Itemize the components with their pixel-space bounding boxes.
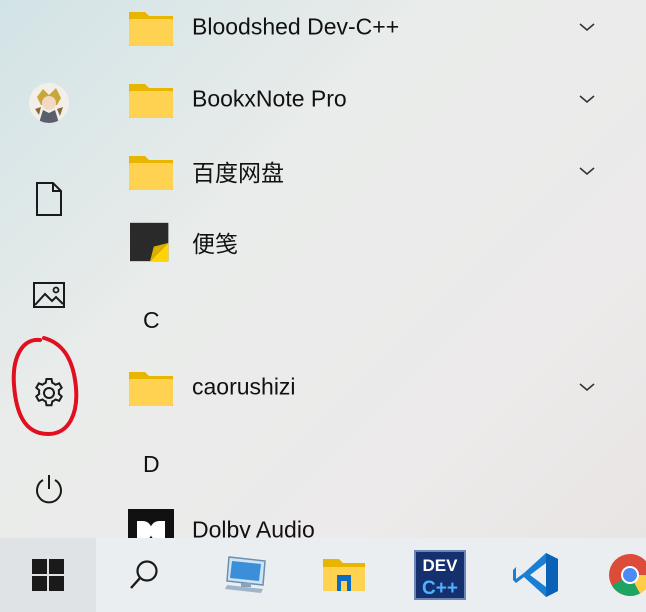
image-icon — [33, 282, 65, 308]
folder-icon — [129, 156, 173, 190]
list-item-label: caorushizi — [192, 373, 296, 400]
chevron-down-icon[interactable] — [576, 164, 598, 178]
list-item[interactable]: 百度网盘 — [98, 135, 646, 207]
list-item-label: Dolby Audio — [192, 516, 315, 539]
start-menu-left-rail — [0, 0, 98, 538]
list-item[interactable]: Dolby Audio — [98, 494, 646, 538]
gear-icon — [35, 378, 63, 407]
file-explorer-button[interactable] — [312, 538, 376, 612]
settings-button[interactable] — [22, 366, 76, 420]
folder-icon — [323, 559, 365, 591]
devcpp-icon-text-bottom: C++ — [422, 578, 458, 599]
folder-icon — [129, 372, 173, 406]
chevron-down-icon[interactable] — [576, 380, 598, 394]
folder-icon — [129, 12, 173, 46]
list-item-label: BookxNote Pro — [192, 85, 347, 112]
pictures-button[interactable] — [22, 268, 76, 322]
computer-icon — [225, 556, 266, 593]
folder-icon — [129, 84, 173, 118]
section-letter-d[interactable]: D — [143, 451, 160, 478]
list-item[interactable]: BookxNote Pro — [98, 63, 646, 135]
start-button[interactable] — [0, 538, 96, 612]
list-item[interactable]: caorushizi — [98, 351, 646, 423]
section-letter-c[interactable]: C — [143, 307, 160, 334]
power-icon — [36, 475, 62, 504]
start-menu-app-list: Bloodshed Dev-C++ BookxNote Pro 百度网盘 便笺 … — [98, 0, 646, 538]
list-item-label: 百度网盘 — [192, 160, 284, 186]
sticky-notes-icon — [130, 222, 169, 262]
dolby-icon — [128, 509, 174, 538]
taskbar: DEV C++ — [0, 538, 646, 612]
vscode-icon — [513, 553, 558, 597]
search-button[interactable] — [96, 538, 192, 612]
user-avatar — [29, 83, 69, 123]
devcpp-icon-text-top: DEV — [423, 556, 459, 575]
chevron-down-icon[interactable] — [576, 92, 598, 106]
dev-cpp-button[interactable]: DEV C++ — [408, 538, 472, 612]
list-item[interactable]: Bloodshed Dev-C++ — [98, 0, 646, 63]
list-item-label: Bloodshed Dev-C++ — [192, 13, 400, 40]
windows-logo-icon — [32, 559, 64, 591]
vscode-button[interactable] — [504, 538, 568, 612]
power-button[interactable] — [22, 462, 76, 516]
search-icon — [130, 560, 158, 589]
chrome-button[interactable] — [600, 538, 646, 612]
chrome-icon — [609, 554, 646, 596]
chevron-down-icon[interactable] — [576, 20, 598, 34]
documents-button[interactable] — [22, 172, 76, 226]
this-pc-button[interactable] — [215, 538, 279, 612]
user-account-button[interactable] — [22, 76, 76, 130]
list-item[interactable]: 便笺 — [98, 206, 646, 278]
list-item-label: 便笺 — [192, 231, 238, 257]
document-icon — [36, 182, 62, 216]
devcpp-icon: DEV C++ — [414, 550, 466, 600]
